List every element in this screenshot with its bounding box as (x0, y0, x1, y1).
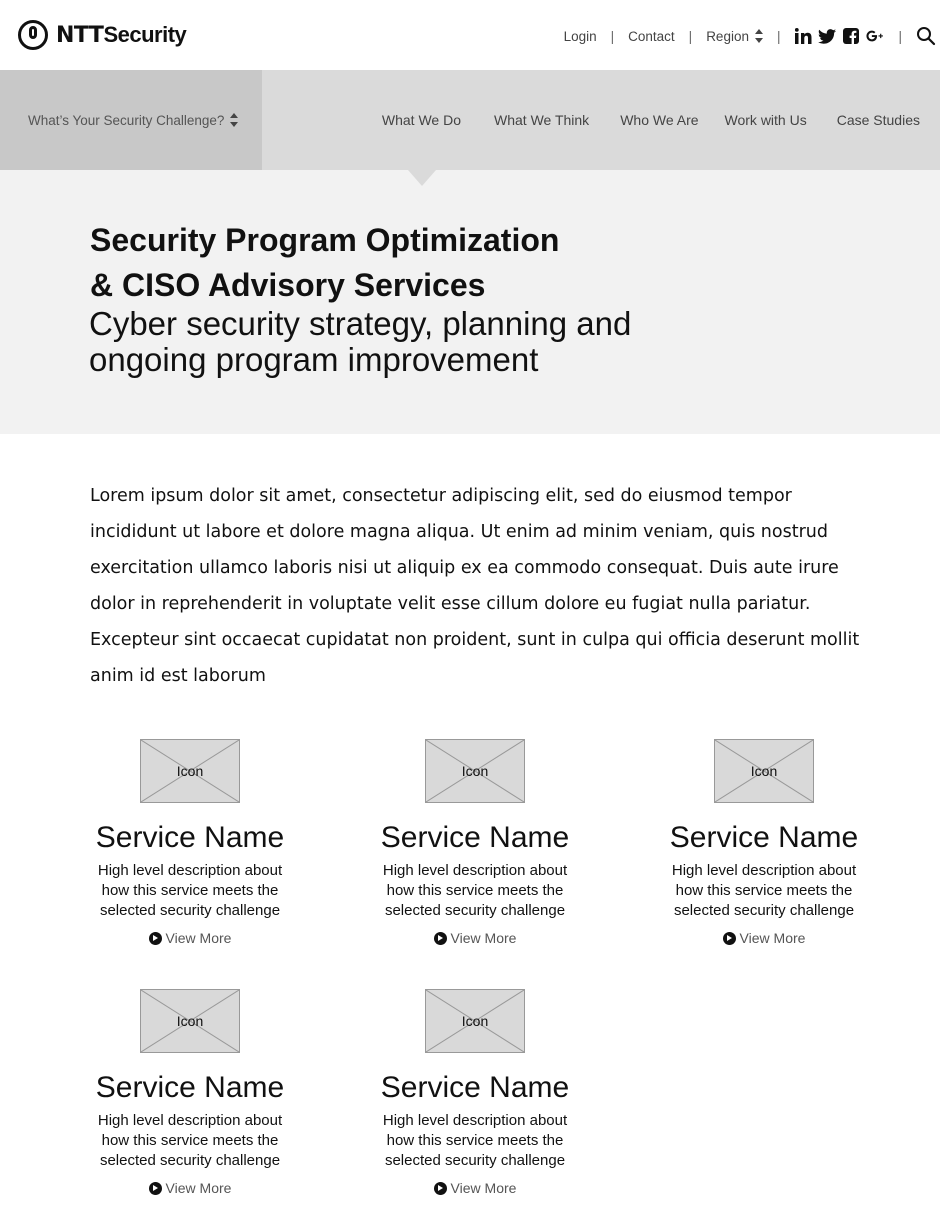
service-card: Icon Service Name High level description… (375, 989, 575, 1200)
icon-placeholder-label: Icon (461, 763, 489, 779)
separator: | (898, 28, 902, 44)
page-subtitle: Cyber security strategy, planning and on… (89, 306, 689, 378)
service-name: Service Name (380, 821, 570, 854)
view-more-link[interactable]: View More (148, 930, 232, 946)
view-more-link[interactable]: View More (433, 1180, 517, 1196)
service-description: High level description about how this se… (671, 862, 857, 919)
view-more-label: View More (165, 930, 232, 946)
nav-item-what-we-think[interactable]: What We Think (494, 112, 589, 128)
nav-item-work-with-us[interactable]: Work with Us (725, 112, 807, 128)
security-challenge-label: What’s Your Security Challenge? (28, 112, 225, 128)
chevron-right-circle-icon (433, 1181, 447, 1195)
service-name: Service Name (380, 1071, 570, 1104)
icon-placeholder: Icon (425, 739, 525, 803)
view-more-label: View More (739, 930, 806, 946)
service-card: Icon Service Name High level description… (90, 989, 290, 1200)
icon-placeholder-label: Icon (176, 1013, 204, 1029)
icon-placeholder: Icon (425, 989, 525, 1053)
icon-placeholder: Icon (140, 739, 240, 803)
page-subtitle-line2: ongoing program improvement (89, 341, 539, 378)
icon-placeholder-label: Icon (750, 763, 778, 779)
view-more-link[interactable]: View More (148, 1180, 232, 1196)
twitter-icon[interactable] (818, 27, 837, 45)
service-description: High level description about how this se… (382, 862, 568, 919)
utility-nav: Login | Contact | Region | | (564, 25, 940, 47)
view-more-label: View More (165, 1180, 232, 1196)
page-subtitle-line1: Cyber security strategy, planning and (89, 305, 632, 342)
separator: | (688, 28, 693, 44)
logo-text: NTTSecurity (56, 22, 187, 48)
page-title-line1: Security Program Optimization (90, 222, 560, 258)
service-description: High level description about how this se… (382, 1112, 568, 1169)
contact-link[interactable]: Contact (628, 29, 675, 44)
chevron-right-circle-icon (148, 931, 162, 945)
updown-arrows-icon (230, 113, 239, 127)
ntt-security-logo[interactable]: NTTSecurity (18, 17, 187, 53)
nav-item-case-studies[interactable]: Case Studies (837, 112, 920, 128)
nav-item-who-we-are[interactable]: Who We Are (620, 112, 698, 128)
view-more-label: View More (450, 1180, 517, 1196)
facebook-icon[interactable] (842, 27, 860, 45)
hero-banner: Security Program Optimization & CISO Adv… (0, 170, 940, 434)
security-challenge-select[interactable]: What’s Your Security Challenge? (0, 70, 262, 170)
nav-items: What We Do What We Think Who We Are Work… (382, 70, 920, 170)
service-name: Service Name (669, 821, 859, 854)
updown-arrows-icon (754, 29, 763, 43)
search-icon[interactable] (916, 26, 936, 46)
login-link[interactable]: Login (564, 29, 597, 44)
top-bar: NTTSecurity Login | Contact | Region | | (0, 0, 940, 70)
icon-placeholder: Icon (140, 989, 240, 1053)
service-name: Service Name (95, 821, 285, 854)
region-label: Region (706, 28, 749, 44)
main-nav: What’s Your Security Challenge? What We … (0, 70, 940, 170)
service-card: Icon Service Name High level description… (90, 739, 290, 950)
service-card: Icon Service Name High level description… (375, 739, 575, 950)
social-links (794, 27, 884, 45)
view-more-link[interactable]: View More (433, 930, 517, 946)
service-name: Service Name (95, 1071, 285, 1104)
service-description: High level description about how this se… (97, 1112, 283, 1169)
page-title: Security Program Optimization & CISO Adv… (90, 218, 650, 308)
icon-placeholder: Icon (714, 739, 814, 803)
separator: | (776, 28, 781, 44)
service-card: Icon Service Name High level description… (664, 739, 864, 950)
chevron-right-circle-icon (722, 931, 736, 945)
view-more-link[interactable]: View More (722, 930, 806, 946)
nav-item-what-we-do[interactable]: What We Do (382, 112, 461, 128)
chevron-right-circle-icon (148, 1181, 162, 1195)
view-more-label: View More (450, 930, 517, 946)
region-select[interactable]: Region (706, 29, 763, 44)
page-title-line2: & CISO Advisory Services (90, 267, 486, 303)
active-nav-caret (408, 170, 436, 186)
linkedin-icon[interactable] (794, 27, 812, 45)
service-description: High level description about how this se… (97, 862, 283, 919)
google-plus-icon[interactable] (866, 27, 884, 45)
intro-paragraph: Lorem ipsum dolor sit amet, consectetur … (90, 486, 860, 686)
ntt-logo-icon (18, 20, 48, 50)
icon-placeholder-label: Icon (176, 763, 204, 779)
chevron-right-circle-icon (433, 931, 447, 945)
separator: | (610, 28, 615, 44)
icon-placeholder-label: Icon (461, 1013, 489, 1029)
